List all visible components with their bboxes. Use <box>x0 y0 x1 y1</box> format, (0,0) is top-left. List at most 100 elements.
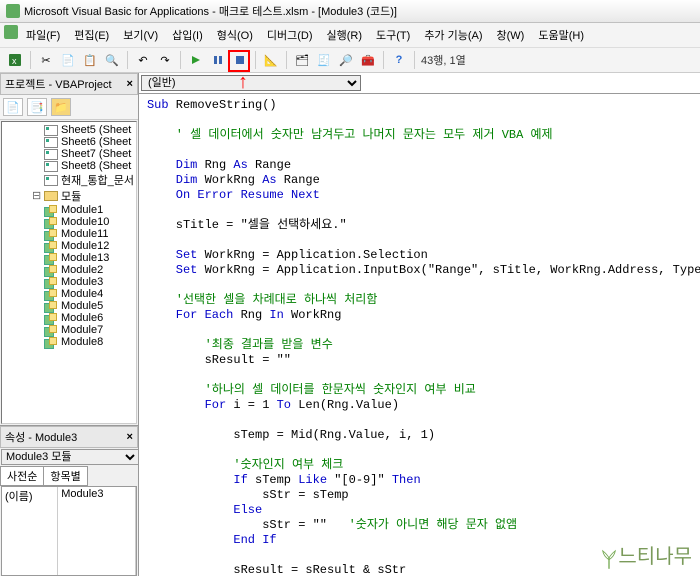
tree-module-item[interactable]: Module4 <box>4 288 136 300</box>
tree-module-item[interactable]: Module8 <box>4 336 136 348</box>
code-editor[interactable]: Sub RemoveString() ' 셀 데이터에서 숫자만 남겨두고 나머… <box>139 94 700 576</box>
watermark: 느티나무 <box>600 540 692 569</box>
sheet-icon <box>44 137 58 148</box>
tree-label: Module1 <box>61 204 103 216</box>
prop-name-cell: (이름) <box>2 487 58 575</box>
tree-label: 모듈 <box>61 188 81 204</box>
tree-module-item[interactable]: Module5 <box>4 300 136 312</box>
project-tree[interactable]: Sheet5 (Sheet Sheet6 (Sheet Sheet7 (Shee… <box>1 121 137 424</box>
tree-label: Module10 <box>61 216 109 228</box>
excel-icon <box>4 25 18 39</box>
title-bar: Microsoft Visual Basic for Applications … <box>0 0 700 23</box>
toolbox-icon[interactable]: 🧰 <box>359 51 377 69</box>
tab-alphabetic[interactable]: 사전순 <box>0 466 44 486</box>
close-icon[interactable]: × <box>127 431 133 443</box>
tree-module-item[interactable]: Module12 <box>4 240 136 252</box>
break-icon[interactable] <box>209 51 227 69</box>
tree-label: Module7 <box>61 324 103 336</box>
cut-icon[interactable]: ✂ <box>37 51 55 69</box>
tree-sheet-item[interactable]: Sheet7 (Sheet <box>4 148 136 160</box>
menu-view[interactable]: 보기(V) <box>117 25 164 45</box>
tree-label: Sheet6 (Sheet <box>61 136 131 148</box>
run-icon[interactable] <box>187 51 205 69</box>
module-icon <box>44 289 58 300</box>
menu-format[interactable]: 형식(O) <box>211 25 259 45</box>
toggle-folders-icon[interactable]: 📁 <box>51 98 71 116</box>
object-browser-icon[interactable]: 🔎 <box>337 51 355 69</box>
tree-module-item[interactable]: Module6 <box>4 312 136 324</box>
project-pane-title: 프로젝트 - VBAProject × <box>0 73 138 95</box>
reset-icon[interactable] <box>231 51 249 69</box>
tab-categorized[interactable]: 항목별 <box>44 466 87 486</box>
tree-thisworkbook-item[interactable]: 현재_통합_문서 <box>4 172 136 188</box>
properties-icon[interactable]: 🧾 <box>315 51 333 69</box>
menu-insert[interactable]: 삽입(I) <box>166 25 209 45</box>
tree-icon <box>600 547 618 569</box>
tree-label: Module13 <box>61 252 109 264</box>
separator <box>180 51 181 69</box>
project-pane-toolbar: 📄 📑 📁 <box>0 95 138 120</box>
separator <box>414 51 415 69</box>
design-mode-icon[interactable]: 📐 <box>262 51 280 69</box>
tree-label: Module2 <box>61 264 103 276</box>
module-icon <box>44 337 58 348</box>
tree-sheet-item[interactable]: Sheet8 (Sheet <box>4 160 136 172</box>
view-excel-icon[interactable]: x <box>6 51 24 69</box>
properties-title: 속성 - Module3 <box>5 429 77 445</box>
module-icon <box>44 265 58 276</box>
tree-label: Module6 <box>61 312 103 324</box>
menu-run[interactable]: 실행(R) <box>321 25 369 45</box>
tree-module-item[interactable]: Module3 <box>4 276 136 288</box>
close-icon[interactable]: × <box>127 78 133 90</box>
toolbar: x ✂ 📄 📋 🔍 ↶ ↷ 📐 🗂 🧾 🔎 🧰 ? 43행, 1열 <box>0 48 700 73</box>
sheet-icon <box>44 175 58 186</box>
prop-value-cell[interactable]: Module3 <box>58 487 136 575</box>
redo-icon[interactable]: ↷ <box>156 51 174 69</box>
code-header: (일반) <box>139 73 700 94</box>
menu-addins[interactable]: 추가 기능(A) <box>418 25 488 45</box>
find-icon[interactable]: 🔍 <box>103 51 121 69</box>
module-icon <box>44 301 58 312</box>
properties-grid[interactable]: (이름) Module3 <box>1 486 137 576</box>
tree-module-item[interactable]: Module10 <box>4 216 136 228</box>
tree-label: Module3 <box>61 276 103 288</box>
tree-modules-folder[interactable]: ⊟ 모듈 <box>4 188 136 204</box>
tree-module-item[interactable]: Module13 <box>4 252 136 264</box>
copy-icon[interactable]: 📄 <box>59 51 77 69</box>
tree-module-item[interactable]: Module7 <box>4 324 136 336</box>
tree-label: Module4 <box>61 288 103 300</box>
svg-text:x: x <box>12 56 17 66</box>
menu-bar: 파일(F) 편집(E) 보기(V) 삽입(I) 형식(O) 디버그(D) 실행(… <box>0 23 700 48</box>
sheet-icon <box>44 125 58 136</box>
tree-label: Module5 <box>61 300 103 312</box>
menu-tools[interactable]: 도구(T) <box>370 25 416 45</box>
separator <box>30 51 31 69</box>
project-explorer-icon[interactable]: 🗂 <box>293 51 311 69</box>
menu-help[interactable]: 도움말(H) <box>532 25 590 45</box>
object-dropdown[interactable]: (일반) <box>141 75 361 91</box>
menu-edit[interactable]: 편집(E) <box>68 25 115 45</box>
help-icon[interactable]: ? <box>390 51 408 69</box>
view-object-icon[interactable]: 📑 <box>27 98 47 116</box>
collapse-icon[interactable]: ⊟ <box>32 189 41 203</box>
tree-sheet-item[interactable]: Sheet6 (Sheet <box>4 136 136 148</box>
tree-module-item[interactable]: Module2 <box>4 264 136 276</box>
properties-object-select[interactable]: Module3 모듈 <box>1 449 139 465</box>
view-code-icon[interactable]: 📄 <box>3 98 23 116</box>
tree-sheet-item[interactable]: Sheet5 (Sheet <box>4 124 136 136</box>
tree-label: Module12 <box>61 240 109 252</box>
menu-debug[interactable]: 디버그(D) <box>261 25 319 45</box>
separator <box>127 51 128 69</box>
menu-window[interactable]: 창(W) <box>491 25 531 45</box>
separator <box>286 51 287 69</box>
sheet-icon <box>44 149 58 160</box>
separator <box>383 51 384 69</box>
tree-module-item[interactable]: Module1 <box>4 204 136 216</box>
tree-label: Sheet7 (Sheet <box>61 148 131 160</box>
tree-module-item[interactable]: Module11 <box>4 228 136 240</box>
module-icon <box>44 241 58 252</box>
paste-icon[interactable]: 📋 <box>81 51 99 69</box>
properties-pane: 속성 - Module3 × Module3 모듈 사전순 항목별 (이름) M… <box>0 425 138 576</box>
undo-icon[interactable]: ↶ <box>134 51 152 69</box>
menu-file[interactable]: 파일(F) <box>20 25 66 45</box>
